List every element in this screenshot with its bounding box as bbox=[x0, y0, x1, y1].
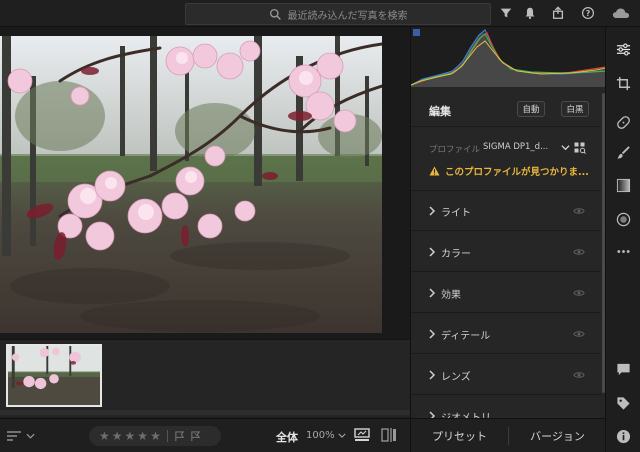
profile-warning-text: このプロファイルが見つかりま... bbox=[445, 167, 589, 178]
search-icon bbox=[269, 8, 281, 20]
brush-icon[interactable] bbox=[615, 144, 631, 160]
flag-reject-icon[interactable] bbox=[190, 430, 201, 442]
eye-icon[interactable] bbox=[573, 246, 585, 258]
tool-strip bbox=[605, 27, 640, 452]
radial-gradient-icon[interactable] bbox=[615, 211, 631, 227]
chevron-right-icon bbox=[429, 247, 436, 257]
histogram bbox=[411, 27, 605, 87]
black-white-button[interactable]: 白黒 bbox=[561, 101, 589, 117]
bottom-toolbar: ★ ★ ★ ★ ★ 全体 100% bbox=[0, 418, 410, 452]
tag-icon[interactable] bbox=[615, 395, 631, 411]
eye-icon[interactable] bbox=[573, 328, 585, 340]
sort-button[interactable] bbox=[6, 429, 40, 443]
chevron-right-icon bbox=[429, 206, 436, 216]
star-icon[interactable]: ★ bbox=[99, 429, 110, 443]
sort-lines-icon bbox=[7, 431, 21, 441]
info-icon[interactable] bbox=[615, 428, 631, 444]
section-geometry[interactable]: ジオメトリ bbox=[411, 396, 601, 418]
chevron-down-icon bbox=[26, 433, 35, 439]
chevron-right-icon bbox=[429, 288, 436, 298]
rating-divider bbox=[166, 430, 168, 442]
more-icon[interactable] bbox=[615, 243, 631, 259]
section-detail[interactable]: ディテール bbox=[411, 314, 601, 354]
zoom-dropdown[interactable]: 100% bbox=[306, 430, 346, 441]
edit-header: 編集 自動 白黒 bbox=[411, 91, 605, 127]
edit-panel: 編集 自動 白黒 プロファイル SIGMA DP1_d... このプロファイルが… bbox=[410, 27, 605, 418]
bell-icon[interactable] bbox=[522, 5, 538, 21]
section-color[interactable]: カラー bbox=[411, 232, 601, 272]
section-light[interactable]: ライト bbox=[411, 191, 601, 231]
search-input[interactable]: 最近読み込んだ写真を検索 bbox=[185, 3, 491, 25]
svg-text:?: ? bbox=[586, 9, 591, 18]
view-all-label[interactable]: 全体 bbox=[276, 429, 298, 445]
section-lens[interactable]: レンズ bbox=[411, 355, 601, 395]
flag-pick-icon[interactable] bbox=[174, 430, 185, 442]
chevron-right-icon bbox=[429, 411, 436, 418]
zoom-value: 100% bbox=[306, 430, 335, 441]
filmstrip bbox=[0, 339, 410, 417]
help-icon[interactable]: ? bbox=[580, 5, 596, 21]
profile-section: プロファイル SIGMA DP1_d... このプロファイルが見つかりま... bbox=[411, 127, 605, 191]
star-icon[interactable]: ★ bbox=[112, 429, 123, 443]
comment-icon[interactable] bbox=[615, 361, 631, 377]
eye-icon[interactable] bbox=[573, 205, 585, 217]
main-photo[interactable] bbox=[0, 36, 382, 333]
chevron-right-icon bbox=[429, 370, 436, 380]
rating-and-flags: ★ ★ ★ ★ ★ bbox=[89, 426, 221, 446]
profile-dropdown[interactable]: SIGMA DP1_d... bbox=[483, 142, 559, 152]
section-label: ジオメトリ bbox=[441, 409, 491, 418]
edit-sliders-icon[interactable] bbox=[615, 41, 631, 57]
photo-canvas[interactable] bbox=[0, 27, 410, 339]
star-icon[interactable]: ★ bbox=[125, 429, 136, 443]
chevron-down-icon bbox=[338, 433, 346, 438]
profile-browser-icon[interactable] bbox=[574, 142, 586, 154]
section-label: レンズ bbox=[441, 372, 471, 383]
chevron-down-icon[interactable] bbox=[561, 143, 570, 152]
filmstrip-thumbnail-selected[interactable] bbox=[6, 344, 102, 407]
share-icon[interactable] bbox=[550, 5, 566, 21]
filmstrip-scrollbar[interactable] bbox=[0, 410, 410, 415]
top-bar: 最近読み込んだ写真を検索 ? bbox=[0, 0, 640, 27]
star-icon[interactable]: ★ bbox=[150, 429, 161, 443]
healing-icon[interactable] bbox=[615, 114, 631, 130]
crop-icon[interactable] bbox=[615, 75, 631, 91]
auto-button[interactable]: 自動 bbox=[517, 101, 545, 117]
section-label: カラー bbox=[441, 249, 471, 260]
section-effects[interactable]: 効果 bbox=[411, 273, 601, 313]
profile-warning: このプロファイルが見つかりま... bbox=[429, 164, 589, 178]
warning-icon bbox=[429, 166, 440, 176]
versions-button[interactable]: バージョン bbox=[509, 419, 606, 452]
star-icon[interactable]: ★ bbox=[137, 429, 148, 443]
before-after-icon[interactable] bbox=[381, 428, 397, 442]
section-label: 効果 bbox=[441, 290, 461, 301]
search-placeholder: 最近読み込んだ写真を検索 bbox=[287, 10, 408, 22]
filmstrip-toggle-icon[interactable] bbox=[354, 428, 370, 442]
shadow-clipping-icon[interactable] bbox=[413, 29, 420, 36]
eye-icon[interactable] bbox=[573, 369, 585, 381]
presets-button[interactable]: プリセット bbox=[411, 419, 508, 452]
linear-gradient-icon[interactable] bbox=[615, 177, 631, 193]
cloud-icon[interactable] bbox=[611, 5, 631, 21]
section-label: ライト bbox=[441, 208, 471, 219]
edit-title: 編集 bbox=[429, 105, 451, 118]
filter-icon[interactable] bbox=[498, 5, 514, 21]
panel-footer: プリセット バージョン bbox=[410, 418, 605, 452]
chevron-right-icon bbox=[429, 329, 436, 339]
eye-icon[interactable] bbox=[573, 287, 585, 299]
profile-label: プロファイル bbox=[429, 145, 481, 155]
section-label: ディテール bbox=[441, 331, 491, 342]
